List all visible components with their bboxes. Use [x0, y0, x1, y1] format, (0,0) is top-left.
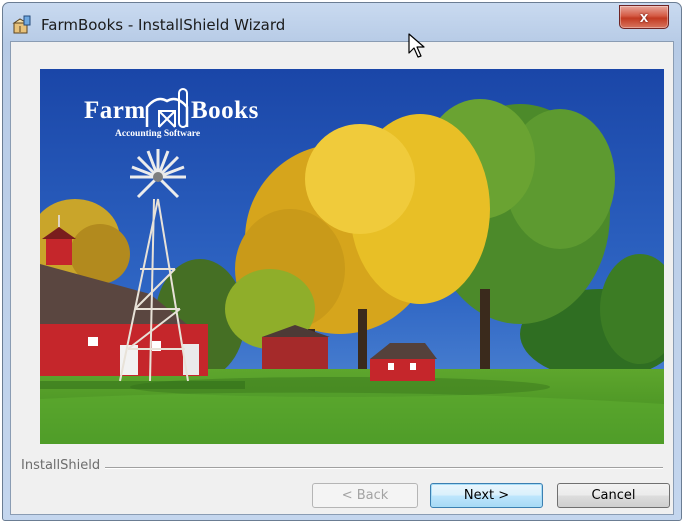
installshield-label: InstallShield [21, 458, 101, 473]
back-button[interactable]: < Back [312, 483, 418, 508]
separator-line [105, 467, 663, 469]
close-icon: x [639, 8, 649, 26]
installer-box-icon[interactable] [12, 15, 32, 35]
cancel-button[interactable]: Cancel [557, 483, 670, 508]
wizard-client-area: Farm Books Accounting Software InstallSh… [10, 41, 674, 515]
window-title: FarmBooks - InstallShield Wizard [41, 16, 286, 34]
title-bar[interactable]: FarmBooks - InstallShield Wizard x [3, 3, 681, 43]
welcome-banner-image: Farm Books Accounting Software [40, 69, 664, 444]
barn-logo-icon [143, 87, 191, 133]
installer-window: FarmBooks - InstallShield Wizard x Farm … [2, 2, 682, 521]
next-button[interactable]: Next > [430, 483, 543, 508]
mouse-pointer-icon [408, 33, 426, 64]
logo-tagline: Accounting Software [115, 129, 201, 139]
logo-books-text: Books [191, 97, 259, 124]
installshield-branding: InstallShield [21, 458, 663, 474]
farmbooks-logo: Farm Books Accounting Software [84, 87, 274, 143]
close-button[interactable]: x [619, 5, 669, 29]
logo-farm-text: Farm [84, 97, 146, 124]
